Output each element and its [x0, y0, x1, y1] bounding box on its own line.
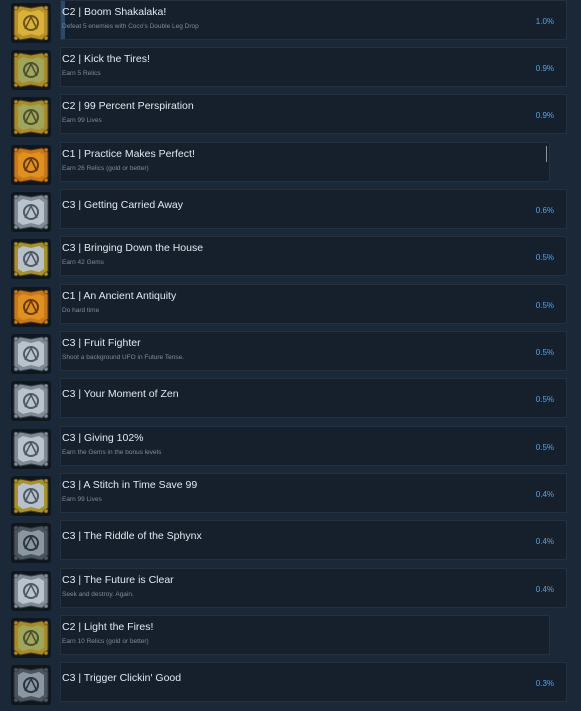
achievement-description: Seek and destroy. Again. — [62, 591, 134, 598]
achievement-panel: C3 | A Stitch in Time Save 99 Earn 99 Liv… — [60, 473, 567, 513]
unlock-percentage: 0.9% — [535, 111, 554, 120]
achievement-row[interactable]: C3 | A Stitch in Time Save 99 Earn 99 Liv… — [0, 473, 581, 520]
achievement-title: C1 | An Ancient Antiquity — [62, 290, 177, 302]
achievement-title: C3 | Fruit Fighter — [62, 337, 141, 349]
achievement-row[interactable]: C3 | Fruit Fighter Shoot a background UFO… — [0, 331, 581, 378]
achievement-row[interactable]: C3 | The Riddle of the Sphynx 0.4% — [0, 520, 581, 567]
achievement-description: Earn 99 Lives — [62, 117, 102, 124]
achievement-list: C2 | Boom Shakalaka! Defeat 5 enemies wit… — [0, 0, 581, 711]
ufo-emblem-icon — [10, 333, 52, 375]
robot-emblem-icon — [10, 570, 52, 612]
achievement-row[interactable]: C2 | Light the Fires! Earn 10 Relics (gol… — [0, 615, 581, 662]
achievement-row[interactable]: C3 | The Future is Clear Seek and destroy… — [0, 568, 581, 615]
achievement-title: C1 | Practice Makes Perfect! — [62, 148, 195, 160]
unlock-percentage: 0.4% — [535, 537, 554, 546]
unlock-percentage: 0.5% — [535, 348, 554, 357]
unlock-percentage: 0.6% — [535, 206, 554, 215]
achievement-panel: C3 | Trigger Clickin' Good 0.3% — [60, 662, 567, 702]
crate-emblem-icon — [10, 191, 52, 233]
gun-emblem-icon — [10, 664, 52, 706]
achievement-description: Defeat 5 enemies with Coco's Double Leg … — [62, 23, 199, 30]
achievement-title: C3 | The Riddle of the Sphynx — [62, 530, 202, 542]
unlock-percentage: 1.0% — [535, 17, 554, 26]
achievement-title: C3 | Trigger Clickin' Good — [62, 672, 182, 684]
achievement-description: Earn the Gems in the bonus levels — [62, 449, 162, 456]
spiral-emblem-icon — [10, 286, 52, 328]
trophy-emblem-icon — [10, 2, 52, 44]
flame-emblem-icon — [10, 617, 52, 659]
achievement-panel: C2 | Kick the Tires! Earn 5 Relics 0.9% — [60, 47, 567, 87]
achievement-description: Earn 26 Relics (gold or better) — [62, 165, 149, 172]
achievement-panel: C3 | Bringing Down the House Earn 42 Gems… — [60, 236, 567, 276]
achievement-row[interactable]: C3 | Bringing Down the House Earn 42 Gems… — [0, 236, 581, 283]
ankh-emblem-icon — [10, 49, 52, 91]
unlock-percentage: 0.3% — [535, 679, 554, 688]
achievement-row[interactable]: C1 | Practice Makes Perfect! Earn 26 Reli… — [0, 142, 581, 189]
achievement-panel: C3 | Your Moment of Zen 0.5% — [60, 378, 567, 418]
achievement-panel: C3 | The Riddle of the Sphynx 0.4% — [60, 520, 567, 560]
mask-emblem-icon — [10, 96, 52, 138]
achievement-title: C3 | Getting Carried Away — [62, 199, 184, 211]
achievement-panel: C2 | Light the Fires! Earn 10 Relics (gol… — [60, 615, 550, 655]
unlock-percentage: 0.4% — [535, 585, 554, 594]
unlock-percentage: 0.4% — [535, 490, 554, 499]
achievement-row[interactable]: C3 | Your Moment of Zen 0.5% — [0, 378, 581, 425]
achievement-description: Earn 42 Gems — [62, 259, 104, 266]
unlock-percentage: 0.5% — [535, 443, 554, 452]
achievement-panel: C1 | An Ancient Antiquity Do hard time 0.5… — [60, 284, 567, 324]
achievement-row[interactable]: C2 | Kick the Tires! Earn 5 Relics 0.9% — [0, 47, 581, 94]
achievement-row[interactable]: C2 | Boom Shakalaka! Defeat 5 enemies wit… — [0, 0, 581, 47]
unlock-percentage: 0.9% — [535, 64, 554, 73]
achievement-row[interactable]: C3 | Trigger Clickin' Good 0.3% — [0, 662, 581, 709]
achievement-title: C3 | A Stitch in Time Save 99 — [62, 479, 198, 491]
achievement-panel: C2 | 99 Percent Perspiration Earn 99 Live… — [60, 94, 567, 134]
achievement-panel: C3 | Giving 102% Earn the Gems in the bon… — [60, 426, 567, 466]
totem-emblem-icon — [10, 144, 52, 186]
achievement-row[interactable]: C2 | 99 Percent Perspiration Earn 99 Live… — [0, 94, 581, 141]
achievement-panel: C1 | Practice Makes Perfect! Earn 26 Reli… — [60, 142, 550, 182]
sphynx-emblem-icon — [10, 522, 52, 564]
achievement-title: C3 | Giving 102% — [62, 432, 144, 444]
achievement-title: C3 | Your Moment of Zen — [62, 388, 179, 400]
achievement-panel: C3 | Getting Carried Away 0.6% — [60, 189, 567, 229]
unlock-percentage: 0.5% — [535, 301, 554, 310]
achievement-description: Earn 10 Relics (gold or better) — [62, 638, 149, 645]
zen-emblem-icon — [10, 380, 52, 422]
achievement-description: Earn 99 Lives — [62, 496, 102, 503]
achievement-row[interactable]: C3 | Getting Carried Away 0.6% — [0, 189, 581, 236]
achievement-row[interactable]: C1 | An Ancient Antiquity Do hard time 0.5… — [0, 284, 581, 331]
achievement-panel: C3 | Fruit Fighter Shoot a background UFO… — [60, 331, 567, 371]
achievement-title: C2 | Kick the Tires! — [62, 53, 150, 65]
achievement-title: C3 | The Future is Clear — [62, 574, 174, 586]
unlock-percentage: 0.5% — [535, 253, 554, 262]
achievement-title: C2 | Light the Fires! — [62, 621, 154, 633]
mask-emblem-icon — [10, 475, 52, 517]
achievement-title: C2 | Boom Shakalaka! — [62, 6, 167, 18]
crown-emblem-icon — [10, 428, 52, 470]
achievement-title: C3 | Bringing Down the House — [62, 242, 204, 254]
gem-emblem-icon — [10, 238, 52, 280]
scroll-tick — [546, 146, 547, 162]
achievement-description: Shoot a background UFO in Future Tense. — [62, 354, 185, 361]
achievement-title: C2 | 99 Percent Perspiration — [62, 100, 194, 112]
achievement-row[interactable]: C3 | Giving 102% Earn the Gems in the bon… — [0, 426, 581, 473]
unlock-percentage: 0.5% — [535, 395, 554, 404]
achievement-description: Earn 5 Relics — [62, 70, 101, 77]
achievement-description: Do hard time — [62, 307, 100, 314]
achievement-panel: C2 | Boom Shakalaka! Defeat 5 enemies wit… — [60, 0, 567, 40]
achievement-panel: C3 | The Future is Clear Seek and destroy… — [60, 568, 567, 608]
